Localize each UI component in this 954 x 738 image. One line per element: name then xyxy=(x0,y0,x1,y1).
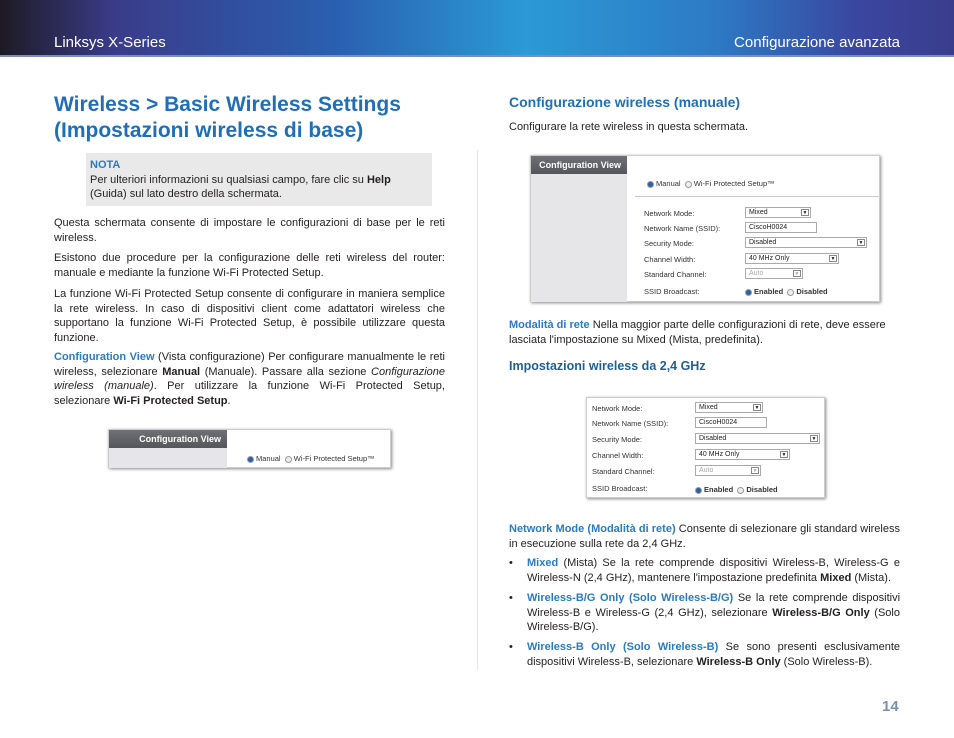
standard-channel-select[interactable]: Auto ▼ xyxy=(695,465,761,476)
radio-manual[interactable] xyxy=(647,180,654,188)
channel-width-select[interactable]: 40 MHz Only ▼ xyxy=(695,449,790,460)
radio-wps[interactable] xyxy=(684,180,692,188)
network-mode-select[interactable]: Mixed ▼ xyxy=(745,207,811,218)
header-section: Configurazione avanzata xyxy=(734,34,900,51)
channel-width-select[interactable]: 40 MHz Only ▼ xyxy=(745,253,839,264)
screenshot-24ghz: Network Mode: Mixed ▼ Network Name (SSID)… xyxy=(586,397,825,498)
screenshot-manual-config: Configuration View Manual Wi-Fi Protecte… xyxy=(530,155,880,302)
paragraph: La funzione Wi-Fi Protected Setup consen… xyxy=(54,288,445,344)
ssid-input[interactable]: CiscoH0024 xyxy=(745,222,817,233)
note-box: NOTA Per ulteriori informazioni su quals… xyxy=(86,153,432,206)
security-mode-select[interactable]: Disabled ▼ xyxy=(695,433,820,444)
paragraph: Esistono due procedure per la configuraz… xyxy=(54,252,445,279)
paragraph-config-view: Configuration View (Vista configurazione… xyxy=(54,351,446,407)
config-view-label: Configuration View xyxy=(531,156,627,174)
config-view-label: Configuration View xyxy=(109,430,227,448)
bullet-mixed: Mixed (Mista) Se la rete comprende dispo… xyxy=(527,557,900,584)
network-mode-select[interactable]: Mixed ▼ xyxy=(695,402,763,413)
paragraph-network-mode: Modalità di rete Nella maggior parte del… xyxy=(509,319,886,346)
screenshot-config-view: Configuration View Manual Wi-Fi Protecte… xyxy=(108,429,391,468)
standard-channel-select[interactable]: Auto ▼ xyxy=(745,268,803,279)
radio-enabled[interactable] xyxy=(695,486,702,494)
bullet-b-only: Wireless-B Only (Solo Wireless-B) Se son… xyxy=(527,641,900,668)
paragraph-network-mode-24: Network Mode (Modalità di rete) Consente… xyxy=(509,523,900,550)
subsection-title: Impostazioni wireless da 2,4 GHz xyxy=(509,359,706,373)
intro: Configurare la rete wireless in questa s… xyxy=(509,121,749,133)
bullet-bg-only: Wireless-B/G Only (Solo Wireless-B/G) Se… xyxy=(527,592,901,633)
section-title: Configurazione wireless (manuale) xyxy=(509,94,741,110)
column-divider xyxy=(477,150,478,670)
radio-manual[interactable] xyxy=(247,455,254,463)
ssid-input[interactable]: CiscoH0024 xyxy=(695,417,767,428)
note-label: NOTA xyxy=(90,159,121,171)
radio-enabled[interactable] xyxy=(745,288,752,296)
page-title: Wireless > Basic Wireless Settings (Impo… xyxy=(54,93,401,142)
security-mode-select[interactable]: Disabled ▼ xyxy=(745,237,867,248)
radio-disabled[interactable] xyxy=(787,288,795,296)
paragraph: Questa schermata consente di impostare l… xyxy=(54,217,445,244)
header-banner: Linksys X-Series Configurazione avanzata xyxy=(0,0,954,57)
radio-wps[interactable] xyxy=(284,455,292,463)
page-number: 14 xyxy=(882,698,899,715)
note-text: Per ulteriori informazioni su qualsiasi … xyxy=(90,173,391,201)
radio-disabled[interactable] xyxy=(737,486,745,494)
header-product: Linksys X-Series xyxy=(54,34,166,51)
